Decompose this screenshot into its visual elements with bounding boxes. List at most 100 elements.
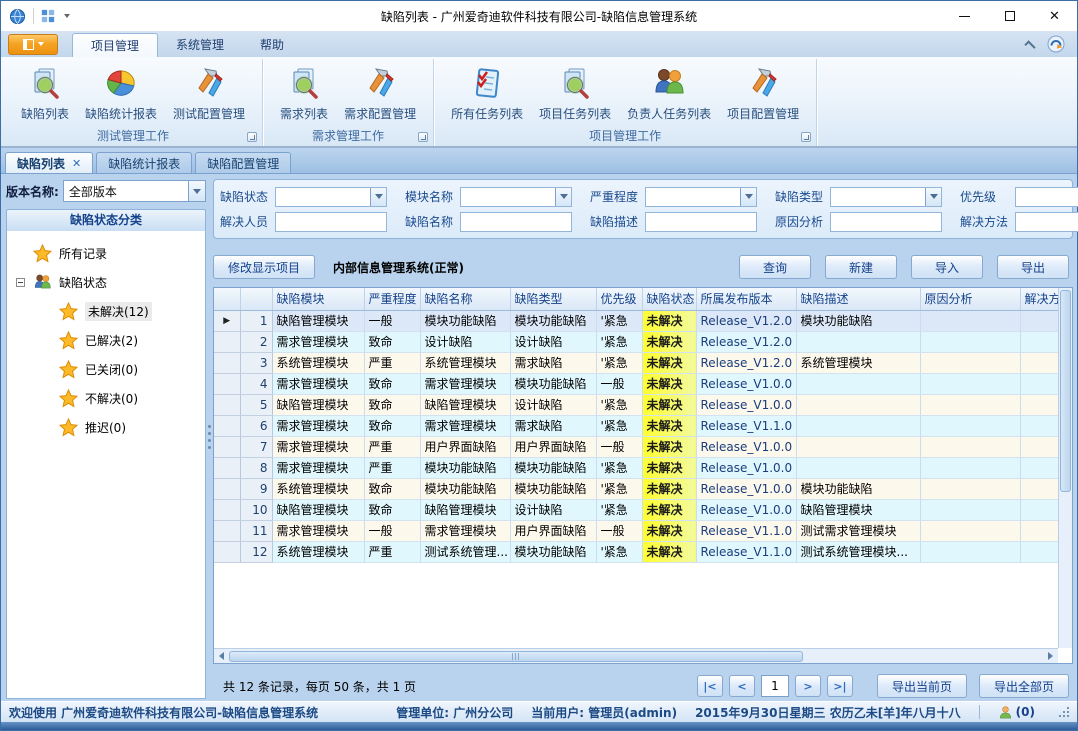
- cell-severity[interactable]: 严重: [364, 352, 420, 373]
- about-help-icon[interactable]: [1047, 35, 1065, 53]
- column-header-priority[interactable]: 优先级: [596, 288, 642, 310]
- cell-description[interactable]: [796, 457, 920, 478]
- cell-cause[interactable]: [920, 457, 1020, 478]
- qat-dropdown-caret-icon[interactable]: [64, 14, 70, 18]
- cell-cause[interactable]: [920, 331, 1020, 352]
- row-number[interactable]: 5: [240, 394, 272, 415]
- cell-name[interactable]: 用户界面缺陷: [420, 436, 510, 457]
- doc-tab-defect-stats[interactable]: 缺陷统计报表: [96, 152, 192, 173]
- cell-description[interactable]: 模块功能缺陷: [796, 478, 920, 499]
- cell-module[interactable]: 缺陷管理模块: [272, 499, 364, 520]
- dropdown-button[interactable]: [555, 188, 571, 206]
- test-config-button[interactable]: 测试配置管理: [165, 62, 253, 126]
- cell-name[interactable]: 模块功能缺陷: [420, 478, 510, 499]
- cell-version[interactable]: Release_V1.0.0: [696, 436, 796, 457]
- table-row[interactable]: 4需求管理模块致命需求管理模块模块功能缺陷一般未解决Release_V1.0.0: [214, 373, 1058, 394]
- cell-description[interactable]: [796, 373, 920, 394]
- cell-severity[interactable]: 致命: [364, 373, 420, 394]
- requirement-list-button[interactable]: 需求列表: [272, 62, 336, 126]
- cell-type[interactable]: 模块功能缺陷: [510, 457, 596, 478]
- version-select[interactable]: 全部版本: [63, 180, 206, 202]
- vertical-scroll-thumb[interactable]: [1060, 290, 1071, 492]
- cell-severity[interactable]: 致命: [364, 415, 420, 436]
- column-header-status[interactable]: 缺陷状态: [642, 288, 696, 310]
- cell-module[interactable]: 需求管理模块: [272, 331, 364, 352]
- row-number[interactable]: 12: [240, 541, 272, 562]
- cell-module[interactable]: 系统管理模块: [272, 478, 364, 499]
- cell-severity[interactable]: 一般: [364, 310, 420, 331]
- close-button[interactable]: ✕: [1032, 2, 1077, 31]
- cell-severity[interactable]: 致命: [364, 478, 420, 499]
- cell-type[interactable]: 模块功能缺陷: [510, 478, 596, 499]
- column-header-type[interactable]: 缺陷类型: [510, 288, 596, 310]
- project-tasks-button[interactable]: 项目任务列表: [531, 62, 619, 126]
- row-indicator[interactable]: [214, 499, 240, 520]
- cell-version[interactable]: Release_V1.0.0: [696, 478, 796, 499]
- cell-type[interactable]: 设计缺陷: [510, 394, 596, 415]
- cell-type[interactable]: 模块功能缺陷: [510, 310, 596, 331]
- column-header-name[interactable]: 缺陷名称: [420, 288, 510, 310]
- cell-status[interactable]: 未解决: [642, 541, 696, 562]
- cell-name[interactable]: 模块功能缺陷: [420, 457, 510, 478]
- cell-severity[interactable]: 一般: [364, 520, 420, 541]
- cell-description[interactable]: 缺陷管理模块: [796, 499, 920, 520]
- cell-description[interactable]: [796, 331, 920, 352]
- cell-version[interactable]: Release_V1.0.0: [696, 457, 796, 478]
- modify-columns-button[interactable]: 修改显示项目: [213, 255, 315, 279]
- table-row[interactable]: 3系统管理模块严重系统管理模块需求缺陷'紧急未解决Release_V1.2.0系…: [214, 352, 1058, 373]
- row-indicator[interactable]: [214, 520, 240, 541]
- all-tasks-button[interactable]: 所有任务列表: [443, 62, 531, 126]
- cell-solution[interactable]: [1020, 352, 1058, 373]
- new-button[interactable]: 新建: [825, 255, 897, 279]
- dropdown-button[interactable]: [740, 188, 756, 206]
- cell-description[interactable]: [796, 415, 920, 436]
- defect-list-button[interactable]: 缺陷列表: [13, 62, 77, 126]
- cell-name[interactable]: 需求管理模块: [420, 373, 510, 394]
- cell-cause[interactable]: [920, 415, 1020, 436]
- cell-module[interactable]: 缺陷管理模块: [272, 310, 364, 331]
- app-menu-button[interactable]: [8, 34, 58, 55]
- minimize-button[interactable]: [942, 2, 987, 31]
- cell-type[interactable]: 设计缺陷: [510, 499, 596, 520]
- cell-severity[interactable]: 严重: [364, 436, 420, 457]
- row-indicator[interactable]: [214, 541, 240, 562]
- message-badge[interactable]: (0): [998, 705, 1035, 720]
- cell-module[interactable]: 缺陷管理模块: [272, 394, 364, 415]
- cell-name[interactable]: 设计缺陷: [420, 331, 510, 352]
- cell-solution[interactable]: [1020, 436, 1058, 457]
- export-all-pages-button[interactable]: 导出全部页: [979, 674, 1069, 698]
- row-indicator[interactable]: [214, 436, 240, 457]
- cell-version[interactable]: Release_V1.0.0: [696, 499, 796, 520]
- query-button[interactable]: 查询: [739, 255, 811, 279]
- panel-splitter[interactable]: [207, 425, 211, 455]
- cell-version[interactable]: Release_V1.0.0: [696, 394, 796, 415]
- defect-status-filter[interactable]: [275, 187, 387, 207]
- cell-name[interactable]: 模块功能缺陷: [420, 310, 510, 331]
- cell-version[interactable]: Release_V1.1.0: [696, 415, 796, 436]
- cell-description[interactable]: 系统管理模块: [796, 352, 920, 373]
- table-row[interactable]: 11需求管理模块一般需求管理模块用户界面缺陷一般未解决Release_V1.1.…: [214, 520, 1058, 541]
- column-header-version[interactable]: 所属发布版本: [696, 288, 796, 310]
- dialog-launcher-icon[interactable]: [418, 132, 428, 142]
- layout-grid-icon[interactable]: [41, 9, 55, 23]
- cell-severity[interactable]: 致命: [364, 499, 420, 520]
- cell-severity[interactable]: 致命: [364, 331, 420, 352]
- tree-item-closed[interactable]: 已关闭(0): [7, 355, 205, 384]
- table-row[interactable]: 6需求管理模块致命需求管理模块需求缺陷'紧急未解决Release_V1.1.0: [214, 415, 1058, 436]
- tree-item-unresolved[interactable]: 未解决(12): [7, 297, 205, 326]
- column-header-description[interactable]: 缺陷描述: [796, 288, 920, 310]
- page-number-input[interactable]: [761, 675, 789, 697]
- cell-type[interactable]: 需求缺陷: [510, 352, 596, 373]
- cell-priority[interactable]: '紧急: [596, 541, 642, 562]
- dropdown-button[interactable]: [188, 181, 205, 201]
- table-row[interactable]: 8需求管理模块严重模块功能缺陷模块功能缺陷'紧急未解决Release_V1.0.…: [214, 457, 1058, 478]
- cell-description[interactable]: 测试需求管理模块: [796, 520, 920, 541]
- cell-name[interactable]: 需求管理模块: [420, 415, 510, 436]
- first-page-button[interactable]: |<: [697, 675, 723, 697]
- row-number[interactable]: 10: [240, 499, 272, 520]
- cell-cause[interactable]: [920, 394, 1020, 415]
- cell-type[interactable]: 设计缺陷: [510, 331, 596, 352]
- column-header-solution[interactable]: 解决方法: [1020, 288, 1058, 310]
- cell-solution[interactable]: [1020, 331, 1058, 352]
- cell-solution[interactable]: [1020, 394, 1058, 415]
